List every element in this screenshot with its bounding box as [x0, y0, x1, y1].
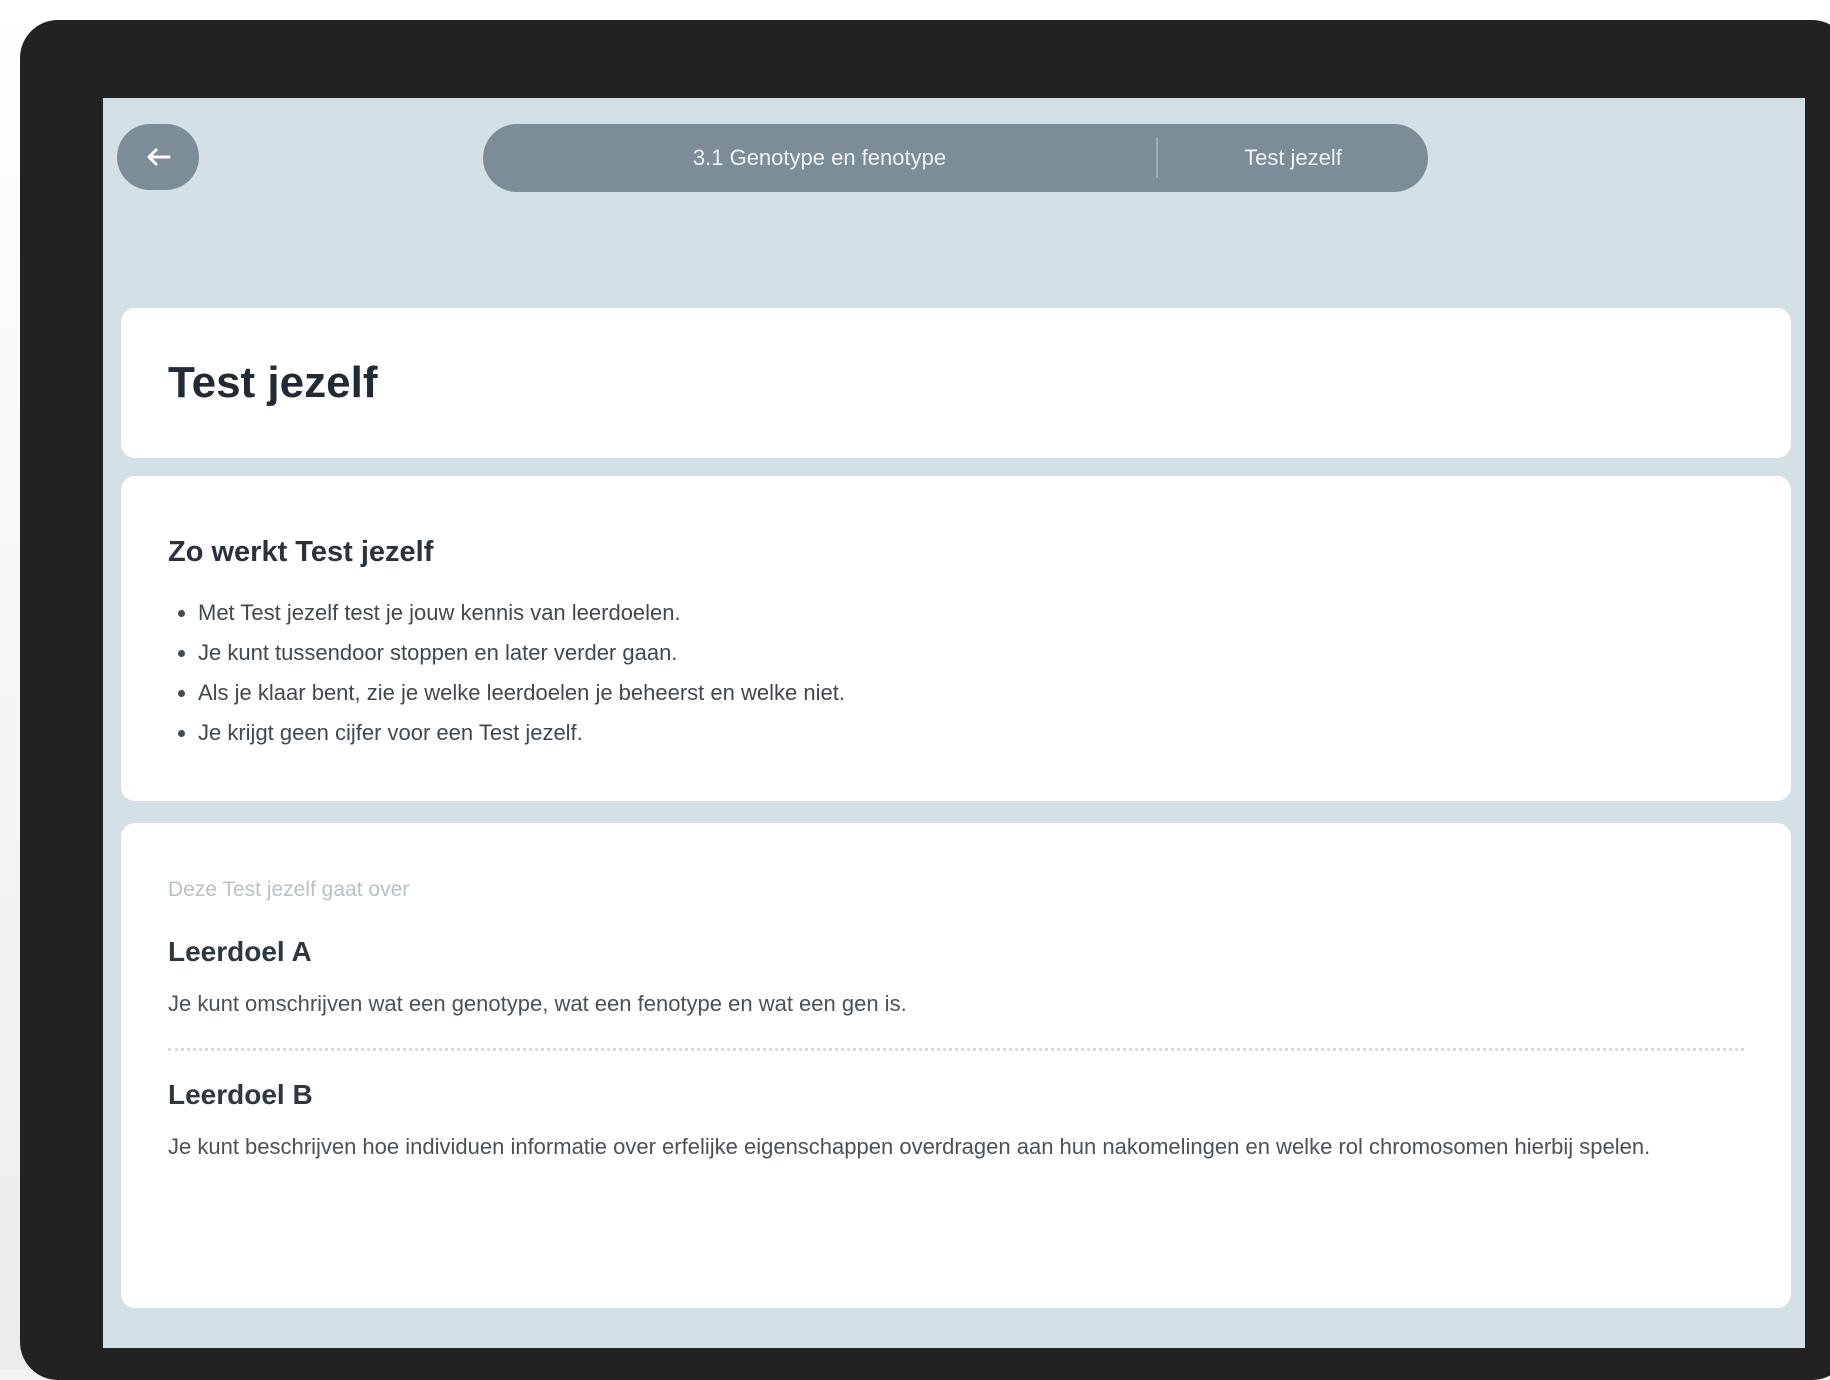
- info-list: Met Test jezelf test je jouw kennis van …: [168, 593, 1744, 753]
- goal-text-a: Je kunt omschrijven wat een genotype, wa…: [168, 991, 907, 1016]
- list-item: Als je klaar bent, zie je welke leerdoel…: [198, 673, 1744, 713]
- goal-heading-a: Leerdoel A: [168, 936, 312, 967]
- learning-goals-card: Deze Test jezelf gaat over Leerdoel A Je…: [121, 823, 1791, 1308]
- breadcrumb-current[interactable]: Test jezelf: [1158, 145, 1428, 171]
- list-item: Met Test jezelf test je jouw kennis van …: [198, 593, 1744, 633]
- goal-heading-b: Leerdoel B: [168, 1079, 313, 1110]
- title-card: Test jezelf: [121, 308, 1791, 458]
- goals-intro: Deze Test jezelf gaat over: [168, 878, 410, 901]
- goal-text-b: Je kunt beschrijven hoe individuen infor…: [168, 1134, 1651, 1159]
- info-heading: Zo werkt Test jezelf: [168, 536, 434, 568]
- page-title: Test jezelf: [168, 358, 378, 407]
- arrow-left-icon: [147, 148, 171, 166]
- back-button[interactable]: [117, 124, 199, 190]
- info-card: Zo werkt Test jezelf Met Test jezelf tes…: [121, 476, 1791, 801]
- breadcrumb-chapter[interactable]: 3.1 Genotype en fenotype: [483, 145, 1156, 171]
- divider: [168, 1048, 1744, 1051]
- breadcrumb: 3.1 Genotype en fenotype Test jezelf: [483, 124, 1428, 192]
- app-screen: 3.1 Genotype en fenotype Test jezelf Tes…: [103, 98, 1805, 1348]
- list-item: Je krijgt geen cijfer voor een Test jeze…: [198, 713, 1744, 753]
- list-item: Je kunt tussendoor stoppen en later verd…: [198, 633, 1744, 673]
- tablet-frame: 3.1 Genotype en fenotype Test jezelf Tes…: [20, 20, 1830, 1380]
